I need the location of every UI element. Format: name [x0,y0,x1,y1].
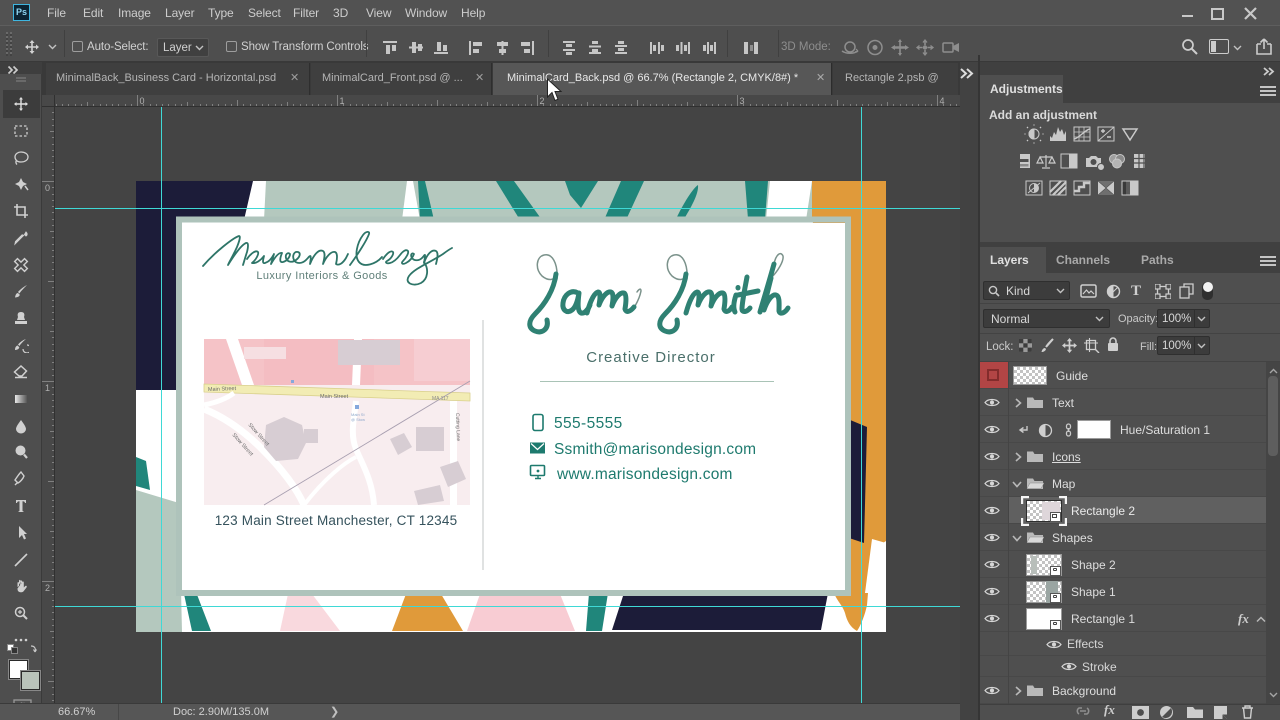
svg-text:Creative Director: Creative Director [586,349,716,366]
svg-text:Ssmith@marisondesign.com: Ssmith@marisondesign.com [554,441,756,458]
svg-text:www.marisondesign.com: www.marisondesign.com [556,466,733,483]
svg-text:Cutting Lane: Cutting Lane [454,413,461,442]
svg-text:Main Street: Main Street [208,386,237,393]
svg-text:Luxury Interiors & Goods: Luxury Interiors & Goods [256,270,387,282]
svg-text:MA 117: MA 117 [432,396,449,402]
svg-text:@ Stow: @ Stow [351,417,365,422]
svg-text:Main Street: Main Street [320,394,349,400]
svg-text:123 Main Street Manchester, CT: 123 Main Street Manchester, CT 12345 [215,513,458,528]
svg-text:555-5555: 555-5555 [554,415,623,432]
